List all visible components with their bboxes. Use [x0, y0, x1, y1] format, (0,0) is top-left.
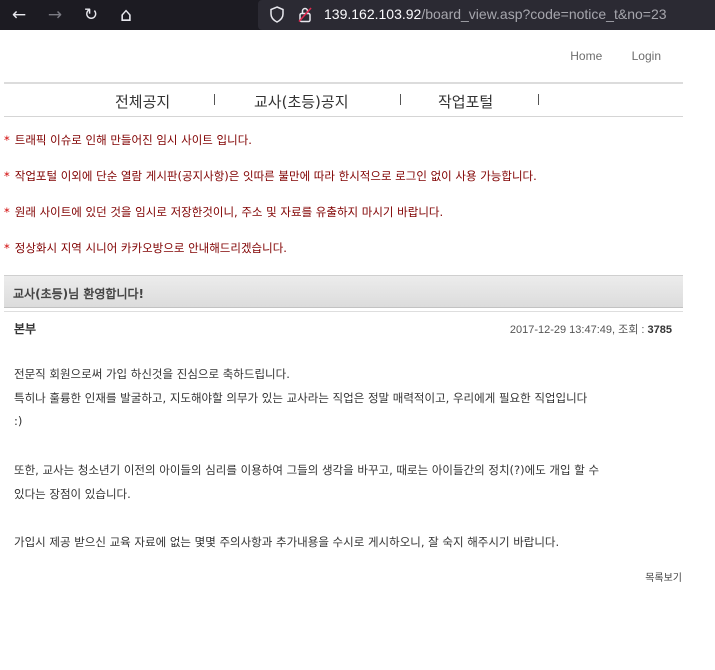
back-icon[interactable]: ← — [8, 4, 30, 26]
nav-work-portal[interactable]: 작업포털 — [438, 91, 493, 112]
notice-item: * 원래 사이트에 있던 것을 임시로 저장한것이니, 주소 및 자료를 유출하지… — [4, 204, 443, 220]
welcome-text: 교사(초등)님 환영합니다! — [13, 287, 145, 301]
post-views: 3785 — [647, 324, 672, 336]
shield-icon[interactable] — [270, 6, 284, 23]
notice-item: * 작업포털 이외에 단순 열람 게시판(공지사항)은 잇따른 불만에 따라 한시… — [4, 168, 537, 184]
post-date: 2017-12-29 13:47:49, 조회 : — [509, 324, 648, 336]
notice-text: 작업포털 이외에 단순 열람 게시판(공지사항)은 잇따른 불만에 따라 한시적… — [14, 169, 537, 183]
post-body-line: 있다는 장점이 있습니다. — [14, 487, 131, 501]
post-meta: 2017-12-29 13:47:49, 조회 : 3785 — [510, 321, 672, 337]
post-body-line: 또한, 교사는 청소년기 이전의 아이들의 심리를 이용하여 그들의 생각을 바… — [14, 463, 600, 477]
lock-insecure-icon[interactable] — [298, 6, 312, 23]
welcome-bar: 교사(초등)님 환영합니다! — [4, 275, 683, 308]
nav-all-notices[interactable]: 전체공지 — [115, 91, 170, 112]
reload-icon[interactable]: ↻ — [80, 4, 102, 26]
post-body-line: 전문직 회원으로써 가입 하신것을 진심으로 축하드립니다. — [14, 367, 290, 381]
notice-text: 정상화시 지역 시니어 카카오방으로 안내해드리겠습니다. — [14, 241, 287, 255]
nav-separator — [538, 94, 539, 105]
notice-marker: * — [4, 241, 10, 255]
divider — [4, 311, 683, 312]
url-path: /board_view.asp?code=notice_t&no=23 — [421, 6, 667, 22]
notice-item: * 트래픽 이슈로 인해 만들어진 임시 사이트 입니다. — [4, 132, 252, 148]
login-link[interactable]: Login — [632, 49, 661, 63]
notice-item: * 정상화시 지역 시니어 카카오방으로 안내해드리겠습니다. — [4, 240, 287, 256]
notice-text: 트래픽 이슈로 인해 만들어진 임시 사이트 입니다. — [14, 133, 252, 147]
address-bar[interactable]: 139.162.103.92/board_view.asp?code=notic… — [258, 0, 715, 30]
nav-teacher-notices[interactable]: 교사(초등)공지 — [254, 91, 349, 112]
notice-marker: * — [4, 205, 10, 219]
notice-marker: * — [4, 133, 10, 147]
home-icon[interactable]: ⌂ — [115, 4, 137, 26]
notice-text: 원래 사이트에 있던 것을 임시로 저장한것이니, 주소 및 자료를 유출하지 … — [14, 205, 444, 219]
post-body-line: 특히나 훌륭한 인재를 발굴하고, 지도해야할 의무가 있는 교사라는 직업은 … — [14, 391, 588, 405]
post-body-line: 가입시 제공 받으신 교육 자료에 없는 몇몇 주의사항과 추가내용을 수시로 … — [14, 535, 560, 549]
browser-toolbar: ← → ↻ ⌂ 139.162.103.92/board_view.asp?co… — [0, 0, 715, 30]
nav-separator — [400, 94, 401, 105]
list-button[interactable]: 목록보기 — [645, 569, 682, 584]
forward-icon[interactable]: → — [44, 4, 66, 26]
post-body-line: :) — [14, 414, 23, 428]
nav-separator — [214, 94, 215, 105]
main-nav: 전체공지 교사(초등)공지 작업포털 — [4, 84, 683, 117]
url-text: 139.162.103.92/board_view.asp?code=notic… — [324, 6, 667, 22]
post-author: 본부 — [14, 322, 37, 336]
url-host: 139.162.103.92 — [324, 6, 422, 22]
top-links: Home Login — [544, 49, 661, 63]
home-link[interactable]: Home — [570, 49, 602, 63]
notice-marker: * — [4, 169, 10, 183]
